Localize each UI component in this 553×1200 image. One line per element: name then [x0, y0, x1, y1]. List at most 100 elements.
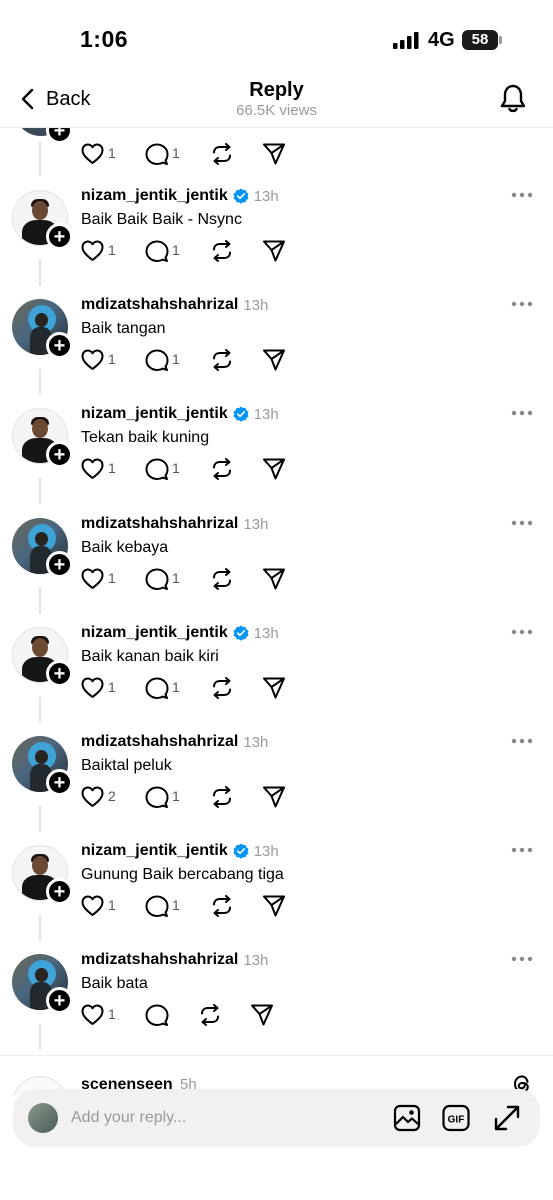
follow-button[interactable]: +: [46, 660, 73, 687]
share-button[interactable]: [262, 677, 286, 699]
reply-button[interactable]: 1: [145, 458, 185, 480]
share-button[interactable]: [262, 568, 286, 590]
share-button[interactable]: [262, 458, 286, 480]
like-button[interactable]: 1: [81, 240, 121, 262]
post-text: Gunung Baik bercabang tiga: [81, 866, 284, 883]
more-icon[interactable]: [511, 410, 533, 416]
reply-icon: [145, 568, 169, 590]
like-count: 1: [108, 570, 116, 586]
post-text: Baik kanan baik kiri: [81, 648, 219, 665]
reply-button[interactable]: 1: [145, 677, 185, 699]
post[interactable]: + mdizatshahshahrizal 13h Baik bata 1: [0, 946, 553, 1055]
reply-count: 1: [172, 570, 180, 586]
reply-icon: [145, 240, 169, 262]
repost-button[interactable]: [210, 458, 234, 480]
like-count: 1: [108, 242, 116, 258]
image-icon[interactable]: [393, 1104, 421, 1132]
reply-button[interactable]: 1: [145, 349, 185, 371]
post[interactable]: + nizam_jentik_jentik 13h Tekan baik kun…: [0, 400, 553, 509]
like-button[interactable]: 1: [81, 568, 121, 590]
reply-button[interactable]: [145, 1004, 185, 1026]
username[interactable]: nizam_jentik_jentik: [81, 842, 228, 860]
repost-button[interactable]: [210, 349, 234, 371]
follow-button[interactable]: +: [46, 769, 73, 796]
more-icon[interactable]: [511, 956, 533, 962]
expand-icon[interactable]: [493, 1104, 521, 1132]
post[interactable]: + mdizatshahshahrizal 13h Baik tangan 1 …: [0, 291, 553, 400]
reply-input[interactable]: [71, 1101, 371, 1135]
heart-icon: [81, 349, 104, 370]
like-button[interactable]: 1: [81, 349, 121, 371]
post-actions: 1 1: [81, 349, 321, 371]
username[interactable]: nizam_jentik_jentik: [81, 187, 228, 205]
reply-button[interactable]: 1: [145, 143, 185, 165]
like-count: 1: [108, 351, 116, 367]
follow-button[interactable]: +: [46, 332, 73, 359]
heart-icon: [81, 240, 104, 261]
follow-button[interactable]: +: [46, 551, 73, 578]
reply-count: 1: [172, 679, 180, 695]
follow-button[interactable]: +: [46, 223, 73, 250]
like-button[interactable]: 2: [81, 786, 121, 808]
repost-button[interactable]: [198, 1004, 222, 1026]
share-button[interactable]: [262, 143, 286, 165]
follow-button[interactable]: +: [46, 878, 73, 905]
repost-icon: [201, 1004, 219, 1026]
username[interactable]: mdizatshahshahrizal: [81, 515, 238, 533]
more-icon[interactable]: [511, 301, 533, 307]
verified-icon: [233, 406, 249, 422]
thread-list: + 1 1 + nizam_jentik_jentik 13h Baik Bai…: [0, 128, 553, 1055]
repost-button[interactable]: [210, 786, 234, 808]
reply-button[interactable]: 1: [145, 786, 185, 808]
battery-level: 58: [471, 31, 489, 48]
share-button[interactable]: [262, 349, 286, 371]
like-button[interactable]: 1: [81, 895, 121, 917]
username[interactable]: mdizatshahshahrizal: [81, 733, 238, 751]
repost-button[interactable]: [210, 568, 234, 590]
share-button[interactable]: [262, 240, 286, 262]
post[interactable]: + nizam_jentik_jentik 13h Baik kanan bai…: [0, 619, 553, 728]
share-button[interactable]: [262, 895, 286, 917]
more-icon[interactable]: [511, 520, 533, 526]
more-icon[interactable]: [511, 847, 533, 853]
follow-button[interactable]: +: [46, 128, 73, 144]
like-button[interactable]: 1: [81, 677, 121, 699]
like-button[interactable]: 1: [81, 458, 121, 480]
follow-button[interactable]: +: [46, 987, 73, 1014]
post[interactable]: + mdizatshahshahrizal 13h Baik kebaya 1 …: [0, 510, 553, 619]
bell-icon[interactable]: [498, 82, 528, 114]
post[interactable]: + nizam_jentik_jentik 13h Gunung Baik be…: [0, 837, 553, 946]
username[interactable]: mdizatshahshahrizal: [81, 296, 238, 314]
like-button[interactable]: 1: [81, 143, 121, 165]
heart-icon: [81, 458, 104, 479]
username[interactable]: nizam_jentik_jentik: [81, 405, 228, 423]
repost-button[interactable]: [210, 240, 234, 262]
like-count: 1: [108, 460, 116, 476]
post[interactable]: + mdizatshahshahrizal 13h Baiktal peluk …: [0, 728, 553, 837]
post-header: mdizatshahshahrizal 13h: [81, 731, 268, 753]
reply-count: 1: [172, 897, 180, 913]
more-icon[interactable]: [511, 738, 533, 744]
post-header: mdizatshahshahrizal 13h: [81, 949, 268, 971]
verified-icon: [233, 625, 249, 641]
username[interactable]: mdizatshahshahrizal: [81, 951, 238, 969]
gif-icon[interactable]: GIF: [442, 1104, 470, 1132]
post[interactable]: + nizam_jentik_jentik 13h Baik Baik Baik…: [0, 182, 553, 291]
post-actions: 1 1: [81, 458, 321, 480]
more-icon[interactable]: [511, 192, 533, 198]
reply-button[interactable]: 1: [145, 240, 185, 262]
reply-button[interactable]: 1: [145, 895, 185, 917]
post-header: mdizatshahshahrizal 13h: [81, 513, 268, 535]
share-button[interactable]: [262, 786, 286, 808]
repost-button[interactable]: [210, 143, 234, 165]
reply-icon: [145, 895, 169, 917]
share-button[interactable]: [250, 1004, 274, 1026]
follow-button[interactable]: +: [46, 441, 73, 468]
repost-button[interactable]: [210, 677, 234, 699]
more-icon[interactable]: [511, 629, 533, 635]
share-icon: [251, 1004, 273, 1026]
username[interactable]: nizam_jentik_jentik: [81, 624, 228, 642]
like-button[interactable]: 1: [81, 1004, 121, 1026]
reply-button[interactable]: 1: [145, 568, 185, 590]
repost-button[interactable]: [210, 895, 234, 917]
